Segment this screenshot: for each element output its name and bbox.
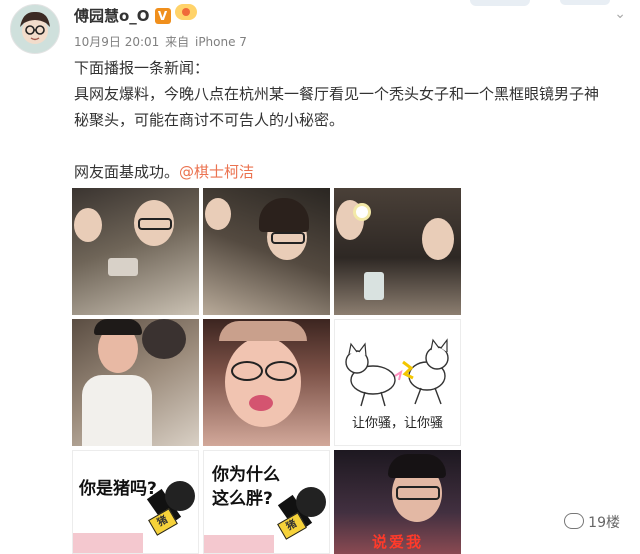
person-face [225,337,301,427]
glasses [231,361,263,381]
glasses [265,361,297,381]
author-name[interactable]: 傅园慧o_O [74,7,150,25]
post-meta: 10月9日 20:01 来自 iPhone 7 [74,33,249,50]
glasses [396,486,440,500]
post-image-7-meme[interactable]: 你是猪吗? 猪 [72,450,199,554]
glasses [271,232,305,244]
post-source[interactable]: iPhone 7 [195,35,247,49]
wechat-icon [564,513,585,529]
table-cup [108,258,138,276]
post-text-line: 具网友爆料，今晚八点在杭州某一餐厅看见一个秃头女子和一个黑框眼镜男子神 [74,85,600,103]
meme-text: 你是猪吗? [79,479,157,499]
post-text-line: 下面播报一条新闻： [74,59,210,77]
post-text-line: 秘聚头，可能在商讨不可告人的小秘密。 [74,111,345,129]
person-face [422,218,454,260]
post-content: 下面播报一条新闻： 具网友爆料，今晚八点在杭州某一餐厅看见一个秃头女子和一个黑框… [74,55,634,185]
cat-ears-sticker [142,319,186,359]
microphone-head [165,481,195,511]
pink-shape [73,533,143,553]
post-text-line: 网友面基成功。@棋士柯洁 [74,159,634,185]
post-author[interactable]: 傅园慧o_O V [74,4,197,26]
table-cup [364,272,384,300]
watermark: 19楼 [564,512,620,532]
cat-meme-illustration [345,338,449,407]
pink-shape [204,535,274,553]
mouth [249,395,273,411]
user-mention-link[interactable]: @棋士柯洁 [179,163,254,181]
person-face [74,208,102,242]
post-text-fragment: 网友面基成功。 [74,163,180,181]
hair [259,198,309,232]
post-image-4[interactable] [72,319,199,446]
source-prefix: 来自 [165,35,190,49]
chevron-down-icon[interactable]: ⌄ [614,6,626,22]
flower-sticker [356,206,368,218]
post-image-8-meme[interactable]: 你为什么 这么胖? 猪 [203,450,330,554]
post-image-5[interactable] [203,319,330,446]
sticker-text: 说爱我 [371,533,423,551]
post-image-6-meme[interactable]: 让你骚，让你骚 [334,319,461,446]
post-image-3[interactable] [334,188,461,315]
avatar-image [11,5,59,53]
microphone-head [296,487,326,517]
hair [219,321,307,341]
verified-badge-icon: V [154,8,171,24]
top-decoration-2 [560,0,610,5]
post-image-2[interactable] [203,188,330,315]
person-face [205,198,231,230]
shirt [82,375,152,446]
post-timestamp[interactable]: 10月9日 20:01 [74,35,159,49]
avatar[interactable] [10,4,60,54]
hair [94,319,142,335]
meme-text: 你为什么 [212,465,280,485]
meme-caption: 让你骚，让你骚 [351,416,443,431]
post-image-9[interactable]: 说爱我 [334,450,461,554]
watermark-text: 19楼 [588,515,620,531]
post-image-1[interactable] [72,188,199,315]
meme-text: 这么胖? [212,489,273,509]
top-decoration [470,0,530,6]
vip-badge-icon [174,4,197,20]
hair [388,454,446,478]
glasses [138,218,172,230]
